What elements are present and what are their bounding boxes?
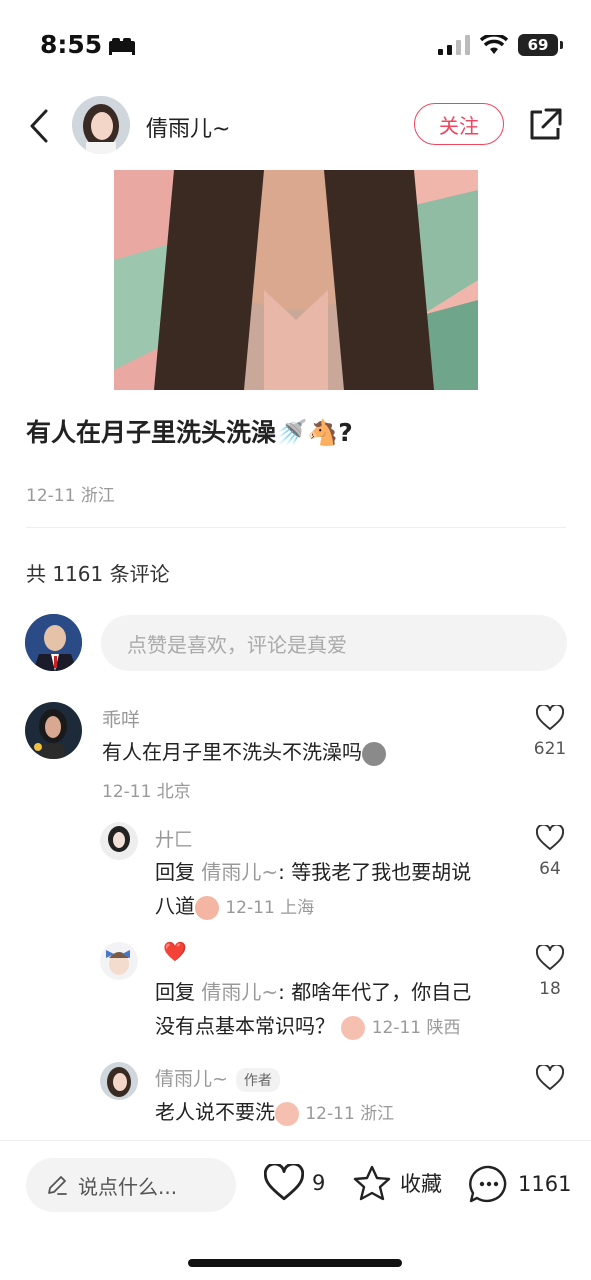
reply-like[interactable]: [525, 1063, 575, 1095]
battery-indicator: 69: [518, 34, 558, 56]
reply-avatar[interactable]: [100, 822, 138, 860]
comments-button[interactable]: 1161: [468, 1164, 571, 1204]
author-name[interactable]: 倩雨儿~: [146, 111, 230, 143]
say-something-input[interactable]: 说点什么...: [26, 1158, 236, 1212]
reply-body-cont: 没有点基本常识吗？: [155, 1014, 335, 1038]
heart-icon[interactable]: [535, 703, 565, 731]
reply-author[interactable]: ❤️: [163, 940, 187, 963]
wifi-icon: [480, 35, 508, 54]
status-indicators: 69: [438, 34, 563, 56]
reply-to-name[interactable]: 倩雨儿~: [201, 980, 278, 1004]
reply-prefix: 回复: [155, 860, 195, 884]
like-total: 9: [312, 1171, 326, 1195]
reply-text: 回复 倩雨儿~: 都啥年代了，你自己 没有点基本常识吗？ 12-11 陕西: [155, 975, 515, 1045]
reply-body: : 等我老了我也要胡说: [278, 860, 472, 884]
reply-text: 老人说不要洗 12-11 浙江: [155, 1095, 394, 1131]
author-avatar[interactable]: [72, 96, 130, 154]
signal-icon: [438, 35, 470, 55]
reply-to-name[interactable]: 倩雨儿~: [201, 860, 278, 884]
pencil-icon: [48, 1176, 67, 1195]
like-count: 64: [539, 859, 561, 879]
status-time: 8:55: [40, 30, 103, 59]
crying-emoji-icon: [341, 1015, 366, 1040]
reply-author[interactable]: 倩雨儿~: [155, 1068, 228, 1090]
follow-button[interactable]: 关注: [414, 103, 504, 145]
collect-button[interactable]: 收藏: [352, 1164, 442, 1202]
commenter-avatar[interactable]: [25, 702, 82, 759]
reply-author[interactable]: 廾匚: [155, 825, 193, 852]
reply-meta: 12-11 陕西: [371, 1018, 461, 1038]
crying-emoji-icon: [275, 1101, 299, 1126]
battery-tip: [560, 41, 563, 49]
heart-icon[interactable]: [535, 1063, 565, 1091]
say-something-placeholder: 说点什么...: [78, 1174, 178, 1199]
post-image[interactable]: [114, 170, 478, 390]
reply-author-line: 倩雨儿~ 作者: [155, 1064, 280, 1092]
post-title: 有人在月子里洗头洗澡🚿🐴?: [26, 418, 353, 447]
share-icon[interactable]: [526, 106, 564, 144]
comment-text: 有人在月子里不洗头不洗澡吗: [102, 735, 386, 769]
bottom-divider: [0, 1140, 591, 1141]
sticker-emoji-icon: [362, 741, 386, 766]
reply-text: 回复 倩雨儿~: 等我老了我也要胡说 八道 12-11 上海: [155, 855, 515, 925]
comment-author[interactable]: 乖咩: [102, 705, 140, 732]
reply-meta: 12-11 上海: [225, 898, 315, 918]
heart-icon[interactable]: [535, 943, 565, 971]
like-count: 18: [539, 979, 561, 999]
author-badge: 作者: [235, 1067, 280, 1092]
reply-like[interactable]: 18: [525, 943, 575, 999]
like-count: 621: [533, 739, 567, 759]
reply-prefix: 回复: [155, 980, 195, 1004]
like-button[interactable]: 9: [264, 1164, 325, 1202]
comment-meta: 12-11 北京: [102, 782, 191, 802]
collect-label: 收藏: [400, 1172, 442, 1196]
comment-body: 有人在月子里不洗头不洗澡吗: [102, 740, 362, 764]
reply-avatar[interactable]: [100, 942, 138, 980]
reply-body-cont: 八道: [155, 894, 195, 918]
home-indicator[interactable]: [188, 1259, 402, 1267]
reply-like[interactable]: 64: [525, 823, 575, 879]
heart-icon[interactable]: [535, 823, 565, 851]
post-meta: 12-11 浙江: [26, 486, 115, 506]
reply-meta: 12-11 浙江: [305, 1104, 395, 1124]
reply-body: : 都啥年代了，你自己: [278, 980, 472, 1004]
comment-count: 共 1161 条评论: [26, 562, 170, 586]
comment-total: 1161: [518, 1172, 572, 1196]
divider: [26, 527, 566, 528]
comment-like[interactable]: 621: [525, 703, 575, 759]
heart-icon[interactable]: [264, 1164, 304, 1202]
comment-bubble-icon[interactable]: [468, 1164, 510, 1204]
reply-avatar[interactable]: [100, 1062, 138, 1100]
sleep-mode-icon: [108, 36, 136, 60]
back-arrow-icon[interactable]: [26, 106, 56, 146]
current-user-avatar: [25, 614, 82, 671]
comment-input[interactable]: 点赞是喜欢，评论是真爱: [101, 615, 567, 671]
sticker-emoji-icon: [195, 895, 219, 920]
reply-body: 老人说不要洗: [155, 1100, 275, 1124]
star-icon[interactable]: [352, 1164, 392, 1202]
